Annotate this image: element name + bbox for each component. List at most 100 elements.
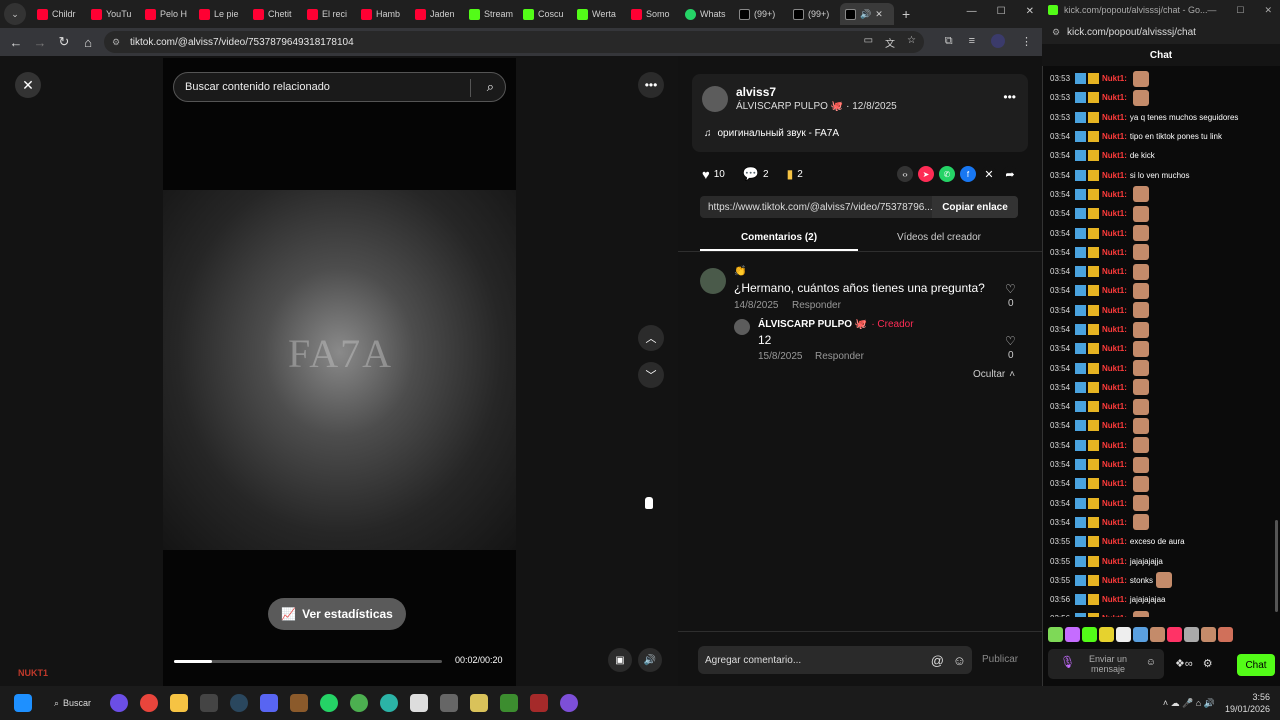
chat-message[interactable]: 03:54 Nukt1: [1050,243,1274,262]
commenter-avatar[interactable] [700,268,726,294]
chat-message[interactable]: 03:54 Nukt1: [1050,513,1274,532]
chat-message[interactable]: 03:54 Nukt1: [1050,185,1274,204]
chat-message[interactable]: 03:56 Nukt1: [1050,609,1274,617]
volume-icon[interactable]: 🔊 [638,648,662,672]
emote-icon[interactable] [1048,627,1063,642]
app-icon[interactable] [560,694,578,712]
minimize-icon[interactable]: — [1207,5,1216,16]
chat-username[interactable]: Nukt1: [1102,113,1127,122]
chat-message[interactable]: 03:54 Nukt1: [1050,358,1274,377]
app-icon[interactable] [470,694,488,712]
chat-username[interactable]: Nukt1: [1102,171,1127,180]
whatsapp-icon[interactable] [320,694,338,712]
view-stats-button[interactable]: 📈 Ver estadísticas [268,598,406,630]
app-icon[interactable] [500,694,518,712]
kick-points-icon[interactable]: ❖∞ [1175,657,1193,670]
copy-link-button[interactable]: Copiar enlace [932,196,1018,218]
close-tab-icon[interactable]: ✕ [875,9,883,20]
chat-url-bar[interactable]: ⚙ kick.com/popout/alvisssj/chat [1042,20,1280,44]
tab-active-tiktok[interactable]: 🔊 ✕ [840,3,894,25]
chat-username[interactable]: Nukt1: [1102,151,1127,160]
chat-message[interactable]: 03:54 Nukt1: [1050,474,1274,493]
chevron-up-icon[interactable]: ˄ [1009,369,1015,380]
microphone-icon[interactable]: 🎙 [1060,656,1075,668]
emote-icon[interactable] [1133,627,1148,642]
browser-tab[interactable]: YouTu [86,3,138,25]
forward-icon[interactable]: → [28,30,52,54]
chat-message[interactable]: 03:55 Nukt1: jajajajajja [1050,551,1274,570]
chat-username[interactable]: Nukt1: [1102,132,1127,141]
reload-icon[interactable]: ↻ [52,30,76,54]
new-tab-button[interactable]: + [902,6,910,22]
chat-message[interactable]: 03:54 Nukt1: [1050,397,1274,416]
chat-message[interactable]: 03:54 Nukt1: [1050,281,1274,300]
browser-tab[interactable]: Somo [626,3,678,25]
search-icon[interactable]: ⌕ [487,79,494,95]
browser-tab[interactable]: Hamb [356,3,408,25]
emote-picker-icon[interactable]: ☺ [1146,658,1156,668]
send-chat-button[interactable]: Chat [1237,654,1275,676]
emote-icon[interactable] [1065,627,1080,642]
chat-username[interactable]: Nukt1: [1102,518,1127,527]
embed-icon[interactable]: ‹› [897,166,913,182]
taskbar-search[interactable]: ⌕ Buscar [54,698,104,709]
emote-icon[interactable] [1218,627,1233,642]
chat-message-list[interactable]: 03:53 Nukt1: 03:53 Nukt1: 03:53 Nukt1: ya q te… [1050,69,1274,617]
chat-username[interactable]: Nukt1: [1102,441,1127,450]
app-icon[interactable] [200,694,218,712]
chat-username[interactable]: Nukt1: [1102,557,1127,566]
chat-username[interactable]: Nukt1: [1102,344,1127,353]
app-icon[interactable] [530,694,548,712]
reading-list-icon[interactable]: ≡ [969,35,975,47]
reply-button[interactable]: Responder [815,351,864,362]
browser-tab[interactable]: (99+) [734,3,786,25]
emoji-icon[interactable]: ☺ [953,653,966,668]
browser-tab[interactable]: (99+) [788,3,840,25]
app-icon[interactable] [290,694,308,712]
chat-message[interactable]: 03:55 Nukt1: exceso de aura [1050,532,1274,551]
chat-username[interactable]: Nukt1: [1102,306,1127,315]
chat-message[interactable]: 03:53 Nukt1: [1050,69,1274,88]
app-icon[interactable] [410,694,428,712]
emote-icon[interactable] [1184,627,1199,642]
facebook-icon[interactable]: f [960,166,976,182]
browser-tab[interactable]: Coscu [518,3,570,25]
chat-username[interactable]: Nukt1: [1102,479,1127,488]
start-icon[interactable] [14,694,32,712]
file-explorer-icon[interactable] [170,694,188,712]
more-options-icon[interactable]: ••• [1003,90,1016,104]
chat-message[interactable]: 03:54 Nukt1: si lo ven muchos [1050,165,1274,184]
author-username[interactable]: alviss7 [736,85,776,99]
next-video-button[interactable]: ﹀ [638,362,664,388]
tab-search-button[interactable]: ⌄ [4,3,26,25]
chat-message[interactable]: 03:54 Nukt1: [1050,262,1274,281]
chat-username[interactable]: Nukt1: [1102,267,1127,276]
chat-message[interactable]: 03:56 Nukt1: jajajajajaa [1050,590,1274,609]
emote-icon[interactable] [1150,627,1165,642]
reply-avatar[interactable] [734,319,750,335]
maximize-icon[interactable]: ☐ [997,6,1006,17]
video-link-field[interactable]: https://www.tiktok.com/@alviss7/video/75… [700,196,1018,218]
chat-username[interactable]: Nukt1: [1102,229,1127,238]
mention-icon[interactable]: @ [931,653,944,668]
chat-scrollbar[interactable] [1275,520,1278,612]
menu-icon[interactable]: ⋮ [1021,35,1032,48]
url-field[interactable]: ⚙ tiktok.com/@alviss7/video/753787964931… [104,31,924,53]
emote-icon[interactable] [1099,627,1114,642]
chat-message[interactable]: 03:54 Nukt1: [1050,436,1274,455]
chat-username[interactable]: Nukt1: [1102,499,1127,508]
send-icon[interactable]: ➤ [918,166,934,182]
discord-icon[interactable] [260,694,278,712]
close-icon[interactable]: ✕ [15,72,41,98]
chat-username[interactable]: Nukt1: [1102,402,1127,411]
steam-icon[interactable] [230,694,248,712]
chat-username[interactable]: Nukt1: [1102,209,1127,218]
chat-message[interactable]: 03:54 Nukt1: [1050,378,1274,397]
comment-like-icon[interactable]: ♡ [1005,282,1016,296]
browser-tab[interactable]: Pelo H [140,3,192,25]
edge-icon[interactable] [380,694,398,712]
chat-username[interactable]: Nukt1: [1102,286,1127,295]
chat-username[interactable]: Nukt1: [1102,93,1127,102]
chat-message[interactable]: 03:54 Nukt1: de kick [1050,146,1274,165]
copilot-icon[interactable] [110,694,128,712]
